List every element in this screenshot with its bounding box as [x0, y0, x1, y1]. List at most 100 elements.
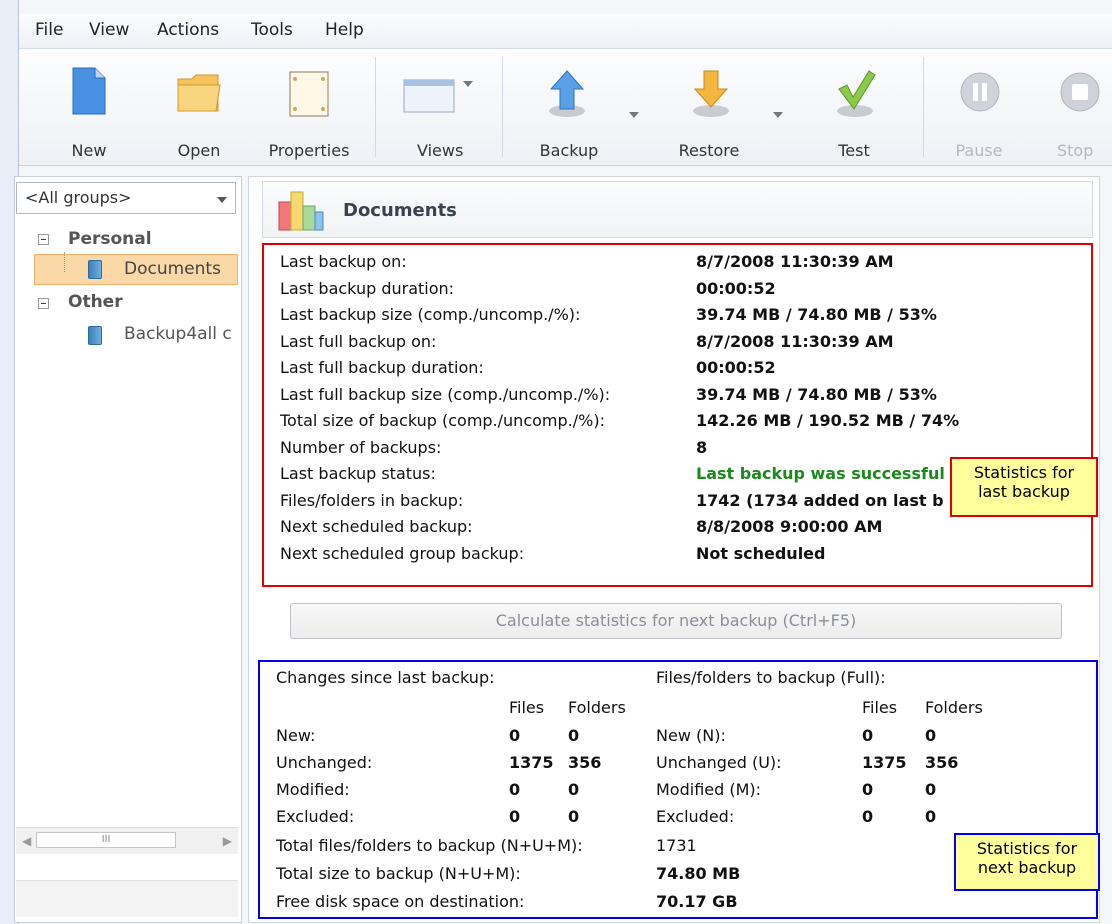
- backup-upload-icon: [549, 70, 585, 117]
- stat-label: Last backup status:: [280, 464, 436, 483]
- menu-actions[interactable]: Actions: [157, 20, 219, 40]
- tree-item-documents[interactable]: Documents: [124, 259, 221, 279]
- callout-line: Statistics for: [973, 463, 1075, 482]
- test-label: Test: [838, 141, 870, 160]
- stat-label: Next scheduled group backup:: [280, 543, 525, 563]
- next-files-cell: 0: [862, 780, 874, 799]
- stat-value: 39.74 MB / 74.80 MB / 53%: [696, 384, 937, 404]
- open-label: Open: [177, 141, 221, 160]
- stat-value: Not scheduled: [696, 543, 826, 563]
- stat-label: Last backup size (comp./uncomp./%):: [280, 305, 581, 324]
- backup-label: Backup: [539, 141, 599, 160]
- restore-label: Restore: [678, 141, 740, 160]
- stat-label: Files/folders in backup:: [280, 490, 464, 510]
- properties-button[interactable]: Properties: [259, 61, 359, 161]
- col-files: Files: [862, 698, 898, 717]
- next-files-cell: 0: [509, 726, 521, 745]
- total-files-value: 1731: [656, 836, 697, 855]
- scroll-left-icon[interactable]: ◀: [22, 834, 31, 848]
- calculate-statistics-button[interactable]: Calculate statistics for next backup (Ct…: [290, 603, 1062, 639]
- toolbar-separator: [502, 57, 503, 157]
- next-label-cell: Modified:: [276, 780, 350, 799]
- next-label-cell: Excluded:: [656, 807, 735, 826]
- pause-label: Pause: [955, 141, 1003, 160]
- stat-label: Last full backup on:: [280, 331, 437, 351]
- book-icon: [88, 326, 102, 345]
- next-folders-cell: 0: [925, 726, 937, 745]
- stat-value: Last backup was successful: [696, 464, 945, 483]
- next-folders-cell: 0: [925, 807, 937, 826]
- menu-file[interactable]: File: [35, 20, 63, 40]
- next-files-cell: 1375: [862, 753, 907, 772]
- folder-icon: [177, 74, 221, 112]
- tree-item-backup4all[interactable]: Backup4all c: [124, 324, 236, 344]
- stat-value: 8/8/2008 9:00:00 AM: [696, 517, 883, 536]
- toolbar-separator: [375, 57, 376, 157]
- free-space-label: Free disk space on destination:: [276, 892, 525, 911]
- callout-line: next backup: [977, 858, 1077, 877]
- changes-title: Changes since last backup:: [276, 668, 495, 687]
- free-space-value: 70.17 GB: [656, 892, 738, 911]
- tree-group-other[interactable]: Other: [68, 292, 123, 312]
- col-folders: Folders: [925, 698, 983, 717]
- collapse-toggle-personal[interactable]: [38, 234, 49, 245]
- backup-header: Documents: [262, 181, 1093, 238]
- stat-value: 8/7/2008 11:30:39 AM: [696, 331, 894, 351]
- next-files-cell: 0: [862, 726, 874, 745]
- chevron-down-icon[interactable]: [629, 112, 639, 118]
- restore-download-icon: [693, 70, 729, 117]
- stat-value: 8/7/2008 11:30:39 AM: [696, 252, 894, 271]
- test-button[interactable]: Test: [809, 61, 899, 161]
- total-size-value: 74.80 MB: [656, 864, 741, 883]
- horizontal-scrollbar[interactable]: ◀ III ▶: [16, 827, 238, 854]
- scroll-right-icon[interactable]: ▶: [223, 834, 232, 848]
- menu-tools[interactable]: Tools: [251, 20, 293, 40]
- stat-value: 1742 (1734 added on last b: [696, 490, 944, 510]
- next-label-cell: Unchanged (U):: [656, 753, 782, 772]
- stat-value: 00:00:52: [696, 278, 776, 298]
- next-folders-cell: 0: [925, 780, 937, 799]
- stat-label: Last backup duration:: [280, 278, 455, 298]
- next-files-cell: 0: [862, 807, 874, 826]
- views-button[interactable]: Views: [389, 61, 479, 161]
- properties-icon: [289, 71, 329, 117]
- stop-button[interactable]: Stop: [1043, 61, 1112, 161]
- stat-label: Next scheduled backup:: [280, 517, 473, 536]
- new-document-icon: [72, 67, 106, 115]
- chevron-down-icon[interactable]: [463, 81, 473, 87]
- tree-line: [64, 252, 66, 272]
- views-label: Views: [417, 141, 464, 160]
- next-folders-cell: 0: [568, 780, 580, 799]
- next-files-cell: 0: [509, 807, 521, 826]
- new-button[interactable]: New: [49, 61, 129, 161]
- pause-icon: [960, 72, 1000, 112]
- callout-line: Statistics for: [976, 839, 1078, 858]
- menu-help[interactable]: Help: [325, 20, 364, 40]
- backup-button[interactable]: Backup: [519, 61, 619, 161]
- menu-view[interactable]: View: [89, 20, 129, 40]
- collapse-toggle-other[interactable]: [38, 298, 49, 309]
- properties-label: Properties: [268, 141, 350, 160]
- toolbar-separator: [923, 57, 924, 157]
- pause-button[interactable]: Pause: [939, 61, 1019, 161]
- callout-next-backup: Statistics for next backup: [954, 833, 1100, 891]
- scroll-thumb[interactable]: III: [36, 832, 176, 848]
- stop-icon: [1060, 72, 1100, 112]
- new-label: New: [71, 141, 107, 160]
- next-folders-cell: 0: [568, 726, 580, 745]
- checkmark-icon: [837, 70, 876, 117]
- stat-label: Number of backups:: [280, 437, 442, 457]
- tree-group-personal[interactable]: Personal: [68, 229, 152, 249]
- open-button[interactable]: Open: [154, 61, 244, 161]
- restore-button[interactable]: Restore: [659, 61, 759, 161]
- next-folders-cell: 356: [925, 753, 959, 772]
- stat-label: Last full backup size (comp./uncomp./%):: [280, 384, 611, 404]
- group-filter-value: <All groups>: [25, 188, 132, 207]
- chevron-down-icon[interactable]: [773, 112, 783, 118]
- next-label-cell: New (N):: [656, 726, 726, 745]
- panel-footer: [16, 880, 238, 917]
- group-filter-dropdown[interactable]: <All groups>: [16, 182, 236, 214]
- stat-value: 39.74 MB / 74.80 MB / 53%: [696, 305, 937, 324]
- stat-label: Last backup on:: [280, 252, 407, 271]
- stat-label: Last full backup duration:: [280, 358, 484, 377]
